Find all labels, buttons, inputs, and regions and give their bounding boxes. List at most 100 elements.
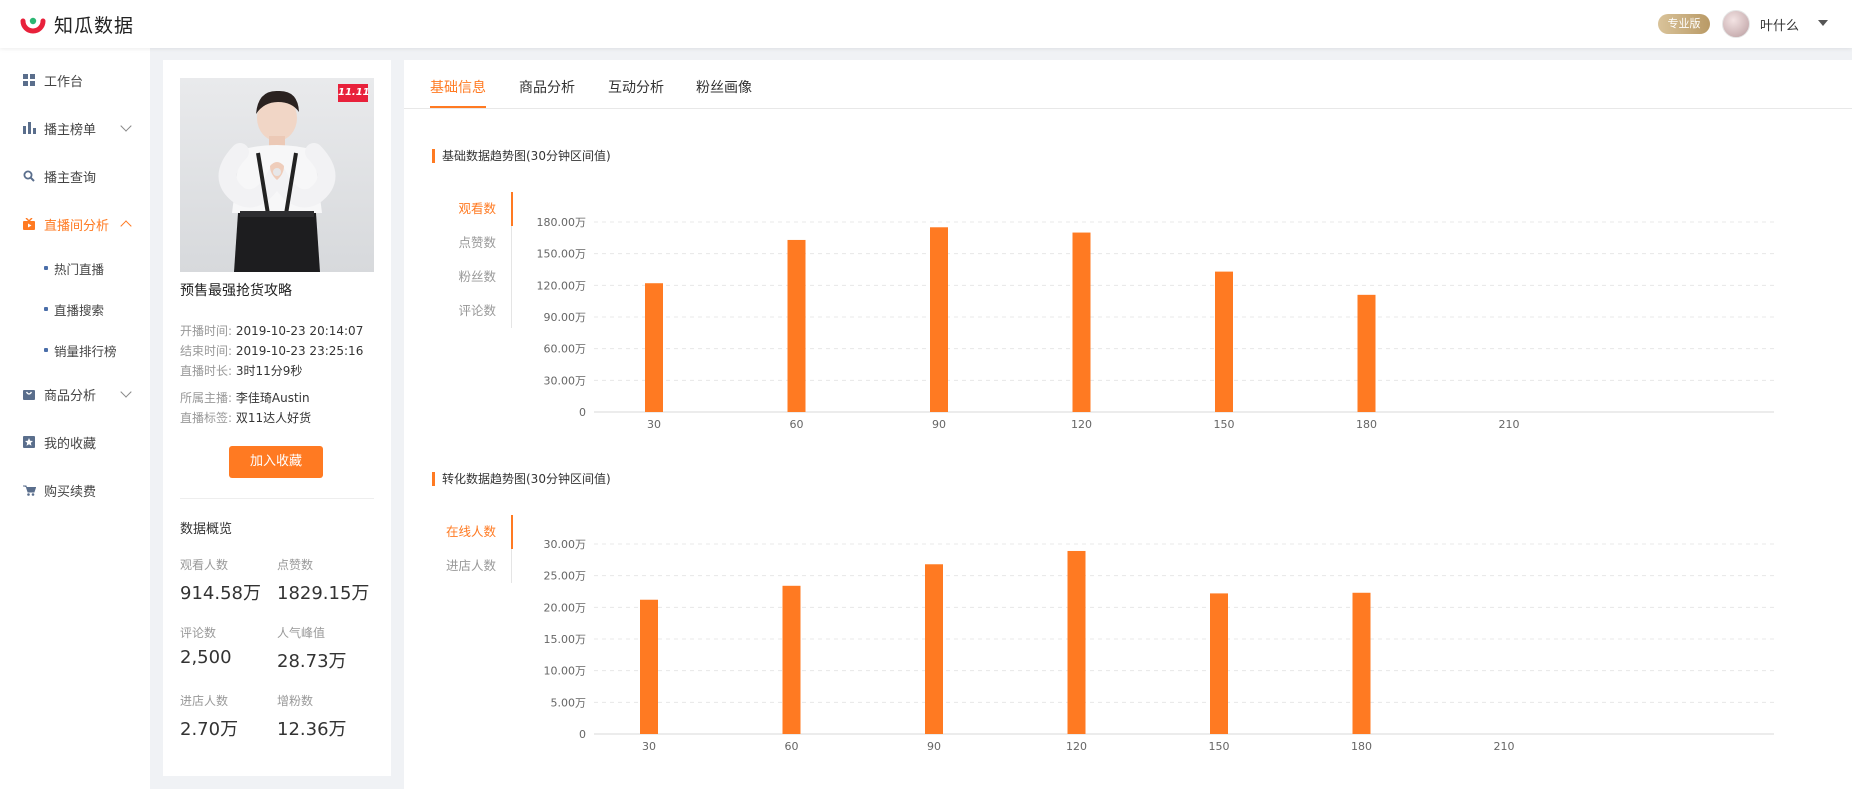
bar-chart-icon [22,121,36,135]
chevron-up-icon [120,220,131,231]
logo[interactable]: 知瓜数据 [20,11,134,38]
metric-likes[interactable]: 点赞数 [432,226,512,260]
grid-icon [22,73,36,87]
chart-bar [788,240,806,412]
sidebar-item-label: 直播间分析 [44,215,109,234]
stat-value: 914.58万 [180,579,276,605]
x-tick-label: 150 [1214,418,1235,431]
y-tick-label: 15.00万 [544,633,587,646]
sidebar-item-anchor-ranking[interactable]: 播主榜单 [0,108,150,148]
pro-badge: 专业版 [1658,14,1710,34]
x-tick-label: 210 [1494,740,1515,753]
sidebar-item-label: 工作台 [44,71,83,90]
chevron-down-icon [120,120,131,131]
stat-label: 增粉数 [277,692,373,709]
metric-comments[interactable]: 评论数 [432,294,512,328]
sidebar-item-label: 播主榜单 [44,119,96,138]
chart-bar [1073,233,1091,412]
cart-icon [22,483,36,497]
brand-name: 知瓜数据 [54,11,134,38]
meta-value: 3时11分9秒 [236,364,303,378]
sidebar-item-live-analysis[interactable]: 直播间分析 [0,204,150,244]
username[interactable]: 叶什么𠀀 [1760,15,1799,34]
sidebar-subitem-sales-ranking[interactable]: 销量排行榜 [0,334,150,366]
x-tick-label: 60 [785,740,799,753]
meta-key: 直播标签: [180,411,232,425]
x-tick-label: 30 [642,740,656,753]
sidebar-subitem-live-search[interactable]: 直播搜索 [0,293,150,325]
bookmark-icon [22,435,36,449]
y-tick-label: 30.00万 [544,538,587,551]
sidebar-item-favorites[interactable]: 我的收藏 [0,422,150,462]
tab-product-analysis[interactable]: 商品分析 [519,77,575,97]
sidebar: 工作台 播主榜单 播主查询 直播间分析 热门直播 直播搜索 销量排行榜 商品分析… [0,48,150,789]
stat-label: 观看人数 [180,556,276,573]
stat-value: 12.36万 [277,715,373,741]
bullet-icon [44,348,48,352]
metric-online-users[interactable]: 在线人数 [432,515,512,549]
bag-icon [22,387,36,401]
meta-tag: 直播标签: 双11达人好货 [180,409,311,426]
y-tick-label: 0 [579,728,586,741]
chevron-down-icon[interactable] [1818,20,1828,26]
stat-store-visits: 进店人数 2.70万 [180,692,276,741]
meta-anchor: 所属主播: 李佳琦Austin [180,389,310,406]
y-tick-label: 150.00万 [537,248,587,261]
x-tick-label: 180 [1351,740,1372,753]
meta-value[interactable]: 李佳琦Austin [236,391,310,405]
stat-value: 2,500 [180,647,276,668]
tab-interaction-analysis[interactable]: 互动分析 [608,77,664,97]
sidebar-item-label: 商品分析 [44,385,96,404]
stat-value: 2.70万 [180,715,276,741]
chart-bar [645,283,663,412]
chart1-plot: 0 30.00万 60.00万 90.00万 120.00万 150.00万 180.00万… [534,210,1834,440]
divider [180,498,374,499]
x-tick-label: 120 [1071,418,1092,431]
tab-bar: 基础信息 商品分析 互动分析 粉丝画像 [404,60,1852,109]
live-title: 预售最强抢货攻略 [180,280,292,300]
y-tick-label: 5.00万 [551,696,587,709]
x-tick-label: 30 [647,418,661,431]
y-tick-label: 0 [579,406,586,419]
sidebar-item-product-analysis[interactable]: 商品分析 [0,374,150,414]
stat-label: 评论数 [180,624,276,641]
meta-key: 所属主播: [180,391,232,405]
sidebar-subitem-label: 销量排行榜 [54,341,117,360]
sidebar-subitem-hot-live[interactable]: 热门直播 [0,252,150,284]
chevron-down-icon [120,386,131,397]
x-tick-label: 120 [1066,740,1087,753]
y-tick-label: 60.00万 [544,343,587,356]
sidebar-item-purchase[interactable]: 购买续费 [0,470,150,510]
y-tick-label: 120.00万 [537,279,587,292]
stat-new-fans: 增粉数 12.36万 [277,692,373,741]
chart-bar [640,600,658,734]
chart1-title: 基础数据趋势图(30分钟区间值) [432,149,611,163]
chart-bar [783,586,801,734]
stat-value: 28.73万 [277,647,373,673]
tab-fan-profile[interactable]: 粉丝画像 [696,77,752,97]
stat-likes: 点赞数 1829.15万 [277,556,373,605]
x-tick-label: 60 [790,418,804,431]
x-tick-label: 150 [1209,740,1230,753]
chart-bar [1210,593,1228,734]
x-tick-label: 90 [932,418,946,431]
stat-views: 观看人数 914.58万 [180,556,276,605]
meta-key: 开播时间: [180,324,232,338]
metric-views[interactable]: 观看数 [432,192,512,226]
person-illustration [180,78,374,272]
meta-value: 2019-10-23 23:25:16 [236,344,363,358]
meta-value: 双11达人好货 [236,411,311,425]
chart2-plot: 0 5.00万 10.00万 15.00万 20.00万 25.00万 30.00万 30 60… [534,532,1834,762]
sidebar-item-anchor-search[interactable]: 播主查询 [0,156,150,196]
metric-store-visits[interactable]: 进店人数 [432,549,512,583]
metric-fans[interactable]: 粉丝数 [432,260,512,294]
tab-basic-info[interactable]: 基础信息 [430,77,486,97]
chart-bar [1353,593,1371,734]
double-eleven-tag: 11.11 [338,84,368,102]
live-cover-image[interactable]: 11.11 [180,78,374,272]
avatar[interactable] [1722,10,1750,38]
sidebar-item-workbench[interactable]: 工作台 [0,60,150,100]
add-to-favorites-button[interactable]: 加入收藏 [229,446,323,478]
bullet-icon [44,266,48,270]
chart-bar [1215,272,1233,412]
